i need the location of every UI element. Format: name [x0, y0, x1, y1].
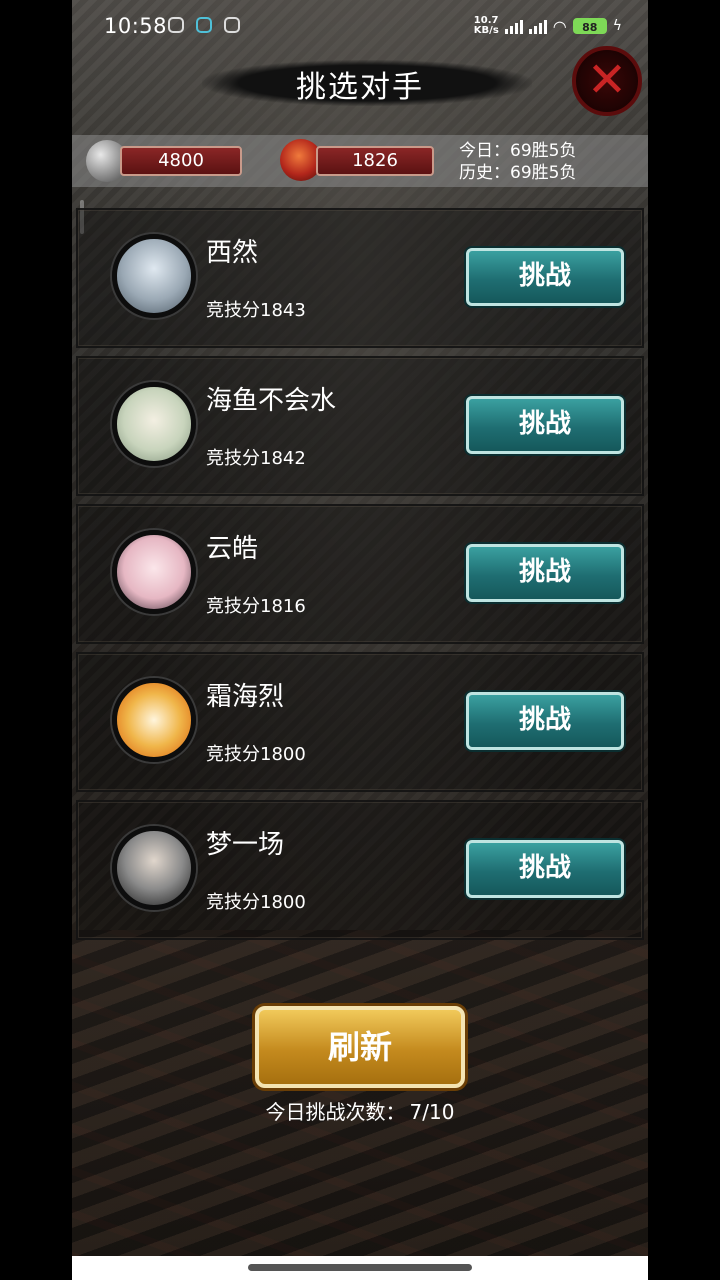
video-app-icon [224, 17, 240, 33]
close-icon: ✕ [586, 52, 628, 108]
opponent-row: 梦一场 竞技分1800 挑战 [76, 800, 644, 940]
avatar[interactable] [112, 678, 196, 762]
signal-2-icon [528, 18, 547, 34]
challenge-count-label: 今日挑战次数： [265, 1100, 406, 1124]
charging-icon: ϟ [612, 18, 622, 34]
opponent-score: 竞技分1800 [206, 744, 306, 765]
dragon-count: 1826 [316, 146, 434, 176]
network-speed: 10.7 KB/s [473, 15, 499, 36]
close-button[interactable]: ✕ [572, 46, 642, 116]
status-right-group: 10.7 KB/s ◠ 88 ϟ [474, 16, 622, 36]
background-city-art [72, 930, 648, 1260]
daily-challenge-count: 今日挑战次数： 7/10 [72, 1096, 648, 1125]
opponent-name: 霜海烈 [206, 682, 285, 712]
status-bar: 10:58 10.7 KB/s ◠ 88 ϟ [72, 0, 648, 52]
opponent-name: 云皓 [206, 534, 259, 564]
avatar[interactable] [112, 234, 196, 318]
challenge-button[interactable]: 挑战 [466, 544, 624, 602]
opponent-name: 海鱼不会水 [206, 386, 337, 416]
opponent-row: 海鱼不会水 竞技分1842 挑战 [76, 356, 644, 496]
opponent-row: 霜海烈 竞技分1800 挑战 [76, 652, 644, 792]
app-notification-icon [196, 17, 212, 33]
home-indicator[interactable] [248, 1264, 472, 1271]
coin-count: 4800 [120, 146, 242, 176]
opponent-score: 竞技分1816 [206, 596, 306, 617]
opponent-row: 西然 竞技分1843 挑战 [76, 208, 644, 348]
challenge-button[interactable]: 挑战 [466, 840, 624, 898]
opponent-score: 竞技分1842 [206, 448, 306, 469]
win-loss-record: 今日：69胜5负 历史：69胜5负 [459, 140, 576, 184]
chat-app-icon [168, 17, 184, 33]
wifi-icon: ◠ [552, 16, 567, 36]
avatar[interactable] [112, 826, 196, 910]
opponent-score: 竞技分1843 [206, 300, 306, 321]
avatar[interactable] [112, 530, 196, 614]
signal-icon [504, 18, 523, 34]
challenge-count-value: 7/10 [409, 1100, 455, 1124]
battery-icon: 88 [572, 18, 607, 34]
opponent-name: 西然 [206, 238, 259, 268]
refresh-button[interactable]: 刷新 [255, 1006, 465, 1088]
history-record: 历史：69胜5负 [459, 163, 577, 183]
opponent-score: 竞技分1800 [206, 892, 306, 913]
challenge-button[interactable]: 挑战 [466, 248, 624, 306]
challenge-button[interactable]: 挑战 [466, 396, 624, 454]
page-title: 挑选对手 [296, 70, 424, 105]
challenge-button[interactable]: 挑战 [466, 692, 624, 750]
game-screen: 10:58 10.7 KB/s ◠ 88 ϟ 挑选对手 ✕ 4800 1826 … [72, 0, 648, 1280]
today-record: 今日：69胜5负 [459, 141, 577, 161]
status-time: 10:58 [104, 14, 168, 38]
avatar[interactable] [112, 382, 196, 466]
opponent-row: 云皓 竞技分1816 挑战 [76, 504, 644, 644]
opponent-name: 梦一场 [206, 830, 285, 860]
